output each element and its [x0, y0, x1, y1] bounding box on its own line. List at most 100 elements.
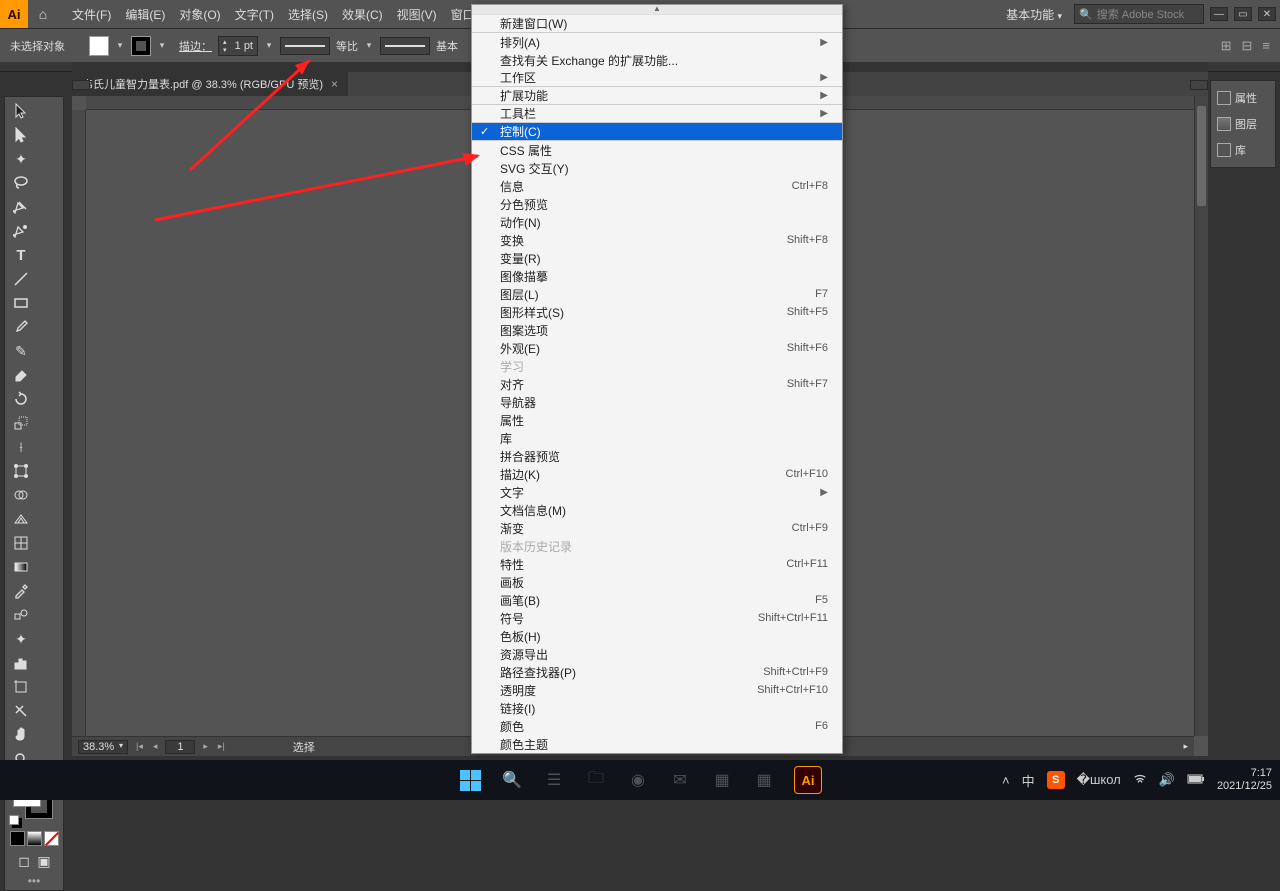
panel-library[interactable]: 库	[1211, 137, 1275, 163]
wifi-icon[interactable]	[1133, 772, 1147, 789]
tray-overflow-icon[interactable]: ˄	[1002, 773, 1010, 788]
lasso-tool[interactable]	[7, 171, 35, 195]
pen-tool[interactable]	[7, 195, 35, 219]
shaper-tool[interactable]: ✎	[7, 339, 35, 363]
column-graph-tool[interactable]	[7, 651, 35, 675]
fill-dropdown[interactable]: ▾	[115, 40, 125, 51]
mesh-tool[interactable]	[7, 531, 35, 555]
menu-scroll-up-icon[interactable]: ▲	[472, 5, 842, 15]
menu-edit[interactable]: 编辑(E)	[119, 2, 171, 27]
profile-dropdown[interactable]: ▾	[364, 40, 374, 51]
screen-mode-normal[interactable]: ◻	[15, 852, 33, 870]
panel-layers[interactable]: 图层	[1211, 111, 1275, 137]
prefs-icon[interactable]: ⊟	[1242, 38, 1253, 54]
next-artboard-icon[interactable]: ▸	[201, 741, 210, 752]
left-collapse-handle[interactable]	[72, 80, 90, 90]
artboard-tool[interactable]	[7, 675, 35, 699]
hand-tool[interactable]	[7, 723, 35, 747]
menu-item-10[interactable]: 分色预览	[472, 195, 842, 213]
stroke-dropdown[interactable]: ▾	[157, 40, 167, 51]
menu-item-30[interactable]: 特性Ctrl+F11	[472, 555, 842, 573]
scrollbar-vertical[interactable]	[1194, 96, 1208, 736]
scale-tool[interactable]	[7, 411, 35, 435]
ruler-vertical[interactable]	[72, 110, 86, 756]
menu-item-15[interactable]: 图层(L)F7	[472, 285, 842, 303]
color-mode-solid[interactable]	[10, 831, 25, 846]
perspective-grid-tool[interactable]	[7, 507, 35, 531]
color-mode-gradient[interactable]	[27, 831, 42, 846]
first-artboard-icon[interactable]: |◂	[134, 741, 145, 752]
volume-icon[interactable]: 🔊	[1159, 772, 1175, 788]
menu-view[interactable]: 视图(V)	[391, 2, 443, 27]
menu-item-39[interactable]: 颜色F6	[472, 717, 842, 735]
menu-item-12[interactable]: 变换Shift+F8	[472, 231, 842, 249]
brush-def[interactable]	[380, 37, 430, 55]
panel-menu-icon[interactable]: ≡	[1262, 38, 1270, 54]
menu-item-4[interactable]: 扩展功能▶	[472, 87, 842, 105]
right-dock-header[interactable]	[1208, 62, 1280, 72]
eraser-tool[interactable]	[7, 363, 35, 387]
explorer-icon[interactable]: 🗀	[584, 768, 608, 792]
menu-item-17[interactable]: 图案选项	[472, 321, 842, 339]
menu-item-7[interactable]: CSS 属性	[472, 141, 842, 159]
menu-effect[interactable]: 效果(C)	[336, 2, 389, 27]
eyedropper-tool[interactable]	[7, 579, 35, 603]
stroke-weight-input[interactable]: ▴▾1 pt	[218, 36, 258, 56]
menu-item-28[interactable]: 渐变Ctrl+F9	[472, 519, 842, 537]
menu-item-1[interactable]: 排列(A)▶	[472, 33, 842, 51]
ime-indicator[interactable]: 中	[1022, 771, 1035, 790]
task-view-icon[interactable]: ☰	[542, 768, 566, 792]
menu-item-11[interactable]: 动作(N)	[472, 213, 842, 231]
menu-item-33[interactable]: 符号Shift+Ctrl+F11	[472, 609, 842, 627]
menu-item-23[interactable]: 库	[472, 429, 842, 447]
stroke-label[interactable]: 描边：	[179, 38, 212, 54]
sogou-ime-icon[interactable]: S	[1047, 771, 1065, 789]
slice-tool[interactable]	[7, 699, 35, 723]
menu-item-40[interactable]: 颜色主题	[472, 735, 842, 753]
zoom-input[interactable]: 38.3%▾	[78, 740, 128, 754]
home-icon[interactable]: ⌂	[28, 6, 58, 22]
menu-item-26[interactable]: 文字▶	[472, 483, 842, 501]
menu-item-5[interactable]: 工具栏▶	[472, 105, 842, 123]
menu-item-13[interactable]: 变量(R)	[472, 249, 842, 267]
menu-item-36[interactable]: 路径查找器(P)Shift+Ctrl+F9	[472, 663, 842, 681]
menu-item-2[interactable]: 查找有关 Exchange 的扩展功能...	[472, 51, 842, 69]
taskbar-clock[interactable]: 7:17 2021/12/25	[1217, 767, 1272, 793]
menu-item-3[interactable]: 工作区▶	[472, 69, 842, 87]
menu-item-21[interactable]: 导航器	[472, 393, 842, 411]
width-tool[interactable]: ⟊	[7, 435, 35, 459]
prev-artboard-icon[interactable]: ◂	[151, 741, 160, 752]
rectangle-tool[interactable]	[7, 291, 35, 315]
doc-setup-icon[interactable]: ⊞	[1221, 38, 1232, 54]
menu-item-37[interactable]: 透明度Shift+Ctrl+F10	[472, 681, 842, 699]
edit-toolbar-icon[interactable]: •••	[7, 874, 61, 888]
panel-properties[interactable]: 属性	[1211, 85, 1275, 111]
taskbar-search-icon[interactable]: 🔍	[500, 768, 524, 792]
search-input[interactable]: 🔍 搜索 Adobe Stock	[1074, 4, 1204, 24]
mail-icon[interactable]: ✉	[668, 768, 692, 792]
menu-item-14[interactable]: 图像描摹	[472, 267, 842, 285]
tab-close-icon[interactable]: ×	[331, 77, 338, 91]
menu-item-22[interactable]: 属性	[472, 411, 842, 429]
close-button[interactable]: ✕	[1258, 7, 1276, 21]
menu-item-0[interactable]: 新建窗口(W)	[472, 15, 842, 33]
menu-item-35[interactable]: 资源导出	[472, 645, 842, 663]
app-icon-1[interactable]: ▦	[710, 768, 734, 792]
menu-item-32[interactable]: 画笔(B)F5	[472, 591, 842, 609]
minimize-button[interactable]: —	[1210, 7, 1228, 21]
gradient-tool[interactable]	[7, 555, 35, 579]
paintbrush-tool[interactable]	[7, 315, 35, 339]
type-tool[interactable]: T	[7, 243, 35, 267]
menu-item-9[interactable]: 信息Ctrl+F8	[472, 177, 842, 195]
magic-wand-tool[interactable]: ✦	[7, 147, 35, 171]
menu-item-25[interactable]: 描边(K)Ctrl+F10	[472, 465, 842, 483]
menu-object[interactable]: 对象(O)	[173, 2, 226, 27]
stroke-profile[interactable]	[280, 37, 330, 55]
battery-icon[interactable]	[1187, 773, 1205, 788]
screen-mode-full[interactable]: ▣	[35, 852, 53, 870]
menu-item-38[interactable]: 链接(I)	[472, 699, 842, 717]
wifi-icon[interactable]: �школ	[1077, 772, 1121, 788]
symbol-sprayer-tool[interactable]: ✦	[7, 627, 35, 651]
edge-icon[interactable]: ◉	[626, 768, 650, 792]
selection-tool[interactable]	[7, 99, 35, 123]
